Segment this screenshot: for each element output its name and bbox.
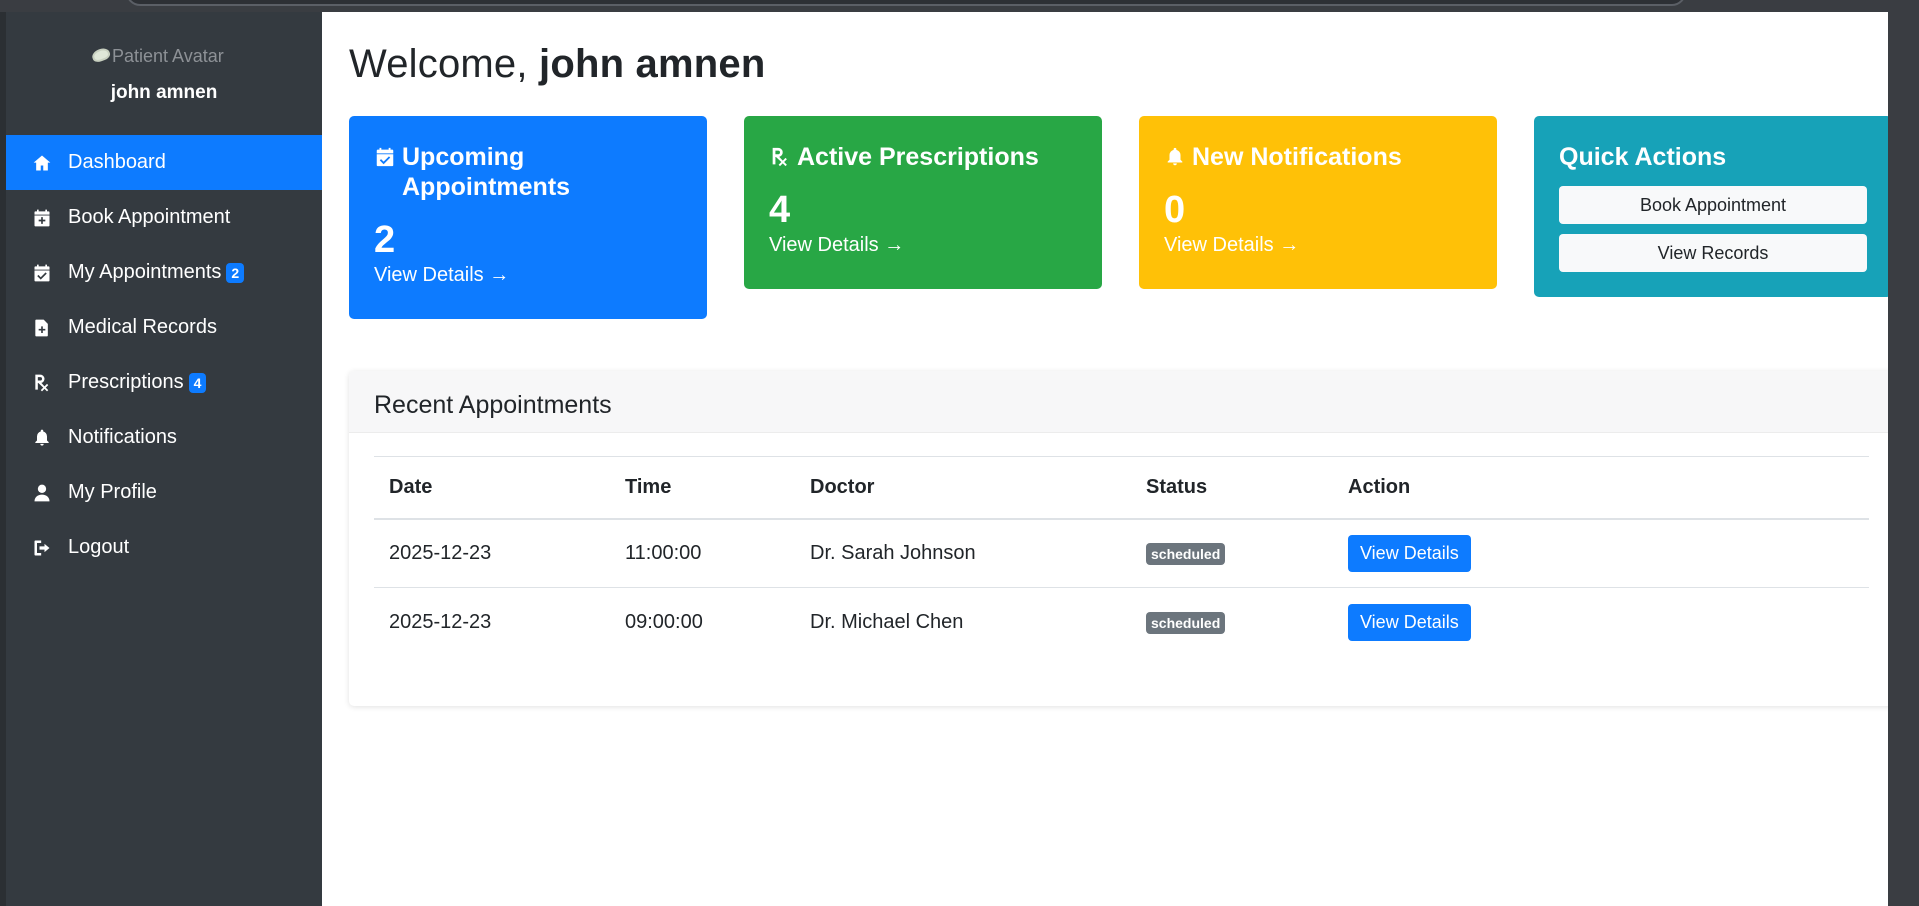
sidebar-item-my-profile[interactable]: My Profile	[6, 465, 322, 520]
appointment-doctor: Dr. Michael Chen	[810, 610, 964, 633]
sidebar-profile: Patient Avatar john amnen	[6, 12, 322, 132]
avatar: Patient Avatar	[92, 46, 242, 68]
sidebar-nav: Dashboard Book Appointment My Appointmen…	[6, 135, 322, 575]
browser-top-bar	[0, 0, 1919, 12]
sidebar-item-label: My Appointments	[68, 261, 222, 283]
sidebar-item-prescriptions[interactable]: Prescriptions 4	[6, 355, 322, 410]
welcome-name: john amnen	[539, 42, 766, 86]
table-row: 2025-12-23 09:00:00 Dr. Michael Chen sch…	[374, 588, 1869, 657]
column-header-date: Date	[374, 456, 610, 520]
appointment-date: 2025-12-23	[374, 518, 610, 588]
prescriptions-view-details-link[interactable]: View Details →	[769, 234, 1077, 257]
sidebar-item-logout[interactable]: Logout	[6, 520, 322, 575]
upcoming-appointments-card: Upcoming Appointments 2 View Details →	[349, 116, 707, 319]
card-title: Quick Actions	[1559, 143, 1727, 171]
prescription-icon	[772, 147, 787, 167]
sidebar-item-label: Logout	[68, 536, 130, 558]
sidebar-item-medical-records[interactable]: Medical Records	[6, 300, 322, 355]
file-medical-icon	[28, 316, 56, 340]
appointment-time: 09:00:00	[625, 610, 703, 633]
active-prescriptions-card: Active Prescriptions 4 View Details →	[744, 116, 1102, 289]
sidebar-item-notifications[interactable]: Notifications	[6, 410, 322, 465]
window-right-edge	[1888, 12, 1919, 906]
quick-actions-card: Quick Actions Book Appointment View Reco…	[1534, 116, 1892, 297]
upcoming-count: 2	[374, 219, 396, 261]
broken-image-icon	[92, 46, 112, 64]
notifications-count: 0	[1164, 189, 1186, 231]
table-row: 2025-12-23 11:00:00 Dr. Sarah Johnson sc…	[374, 518, 1869, 588]
status-badge: scheduled	[1146, 542, 1226, 565]
sidebar-item-dashboard[interactable]: Dashboard	[6, 135, 322, 190]
column-header-time: Time	[610, 456, 795, 520]
avatar-alt-text: Patient Avatar	[112, 46, 224, 66]
sidebar-item-book-appointment[interactable]: Book Appointment	[6, 190, 322, 245]
new-notifications-card: New Notifications 0 View Details →	[1139, 116, 1497, 289]
prescriptions-count-badge: 4	[188, 372, 207, 393]
sidebar-item-my-appointments[interactable]: My Appointments 2	[6, 245, 322, 300]
appointment-date: 2025-12-23	[389, 610, 492, 633]
status-badge: scheduled	[1146, 611, 1226, 634]
bell-icon	[28, 426, 56, 450]
sign-out-icon	[28, 536, 56, 560]
sidebar-item-label: Notifications	[68, 426, 177, 448]
appointment-doctor: Dr. Sarah Johnson	[795, 518, 1131, 588]
card-title: New Notifications	[1192, 143, 1402, 171]
column-header-status: Status	[1131, 456, 1333, 520]
patient-name: john amnen	[110, 82, 218, 103]
sidebar-item-label: My Profile	[68, 481, 157, 503]
sidebar-edge	[0, 12, 6, 906]
quick-book-appointment-button[interactable]: Book Appointment	[1559, 186, 1867, 224]
quick-view-records-button[interactable]: View Records	[1559, 234, 1867, 272]
panel-title: Recent Appointments	[349, 371, 1894, 433]
upcoming-view-details-link[interactable]: View Details →	[374, 264, 682, 287]
page-title: Welcome, john amnen	[349, 42, 765, 87]
calendar-plus-icon	[28, 206, 56, 230]
sidebar-item-label: Medical Records	[68, 316, 217, 338]
calendar-check-icon	[28, 261, 56, 285]
welcome-prefix: Welcome,	[349, 42, 540, 86]
appointments-count-badge: 2	[226, 262, 245, 283]
view-details-button[interactable]: View Details	[1348, 534, 1471, 572]
address-bar[interactable]	[126, 0, 1686, 6]
notifications-view-details-link[interactable]: View Details →	[1164, 234, 1472, 257]
appointment-time: 11:00:00	[610, 518, 795, 588]
view-details-button[interactable]: View Details	[1348, 603, 1471, 641]
home-icon	[28, 151, 56, 175]
column-header-doctor: Doctor	[795, 456, 1131, 520]
table-header-row: Date Time Doctor Status Action	[374, 456, 1869, 520]
appointments-table: Date Time Doctor Status Action 2025-12-2…	[374, 456, 1869, 657]
prescription-icon	[28, 371, 56, 395]
bell-icon	[1167, 147, 1183, 166]
sidebar-item-label: Book Appointment	[68, 206, 231, 228]
calendar-check-icon	[376, 147, 394, 167]
user-icon	[28, 481, 56, 505]
sidebar: Patient Avatar john amnen Dashboard Book…	[0, 12, 322, 906]
main-content: Welcome, john amnen Upcoming Appointment…	[322, 12, 1894, 906]
sidebar-item-label: Dashboard	[68, 151, 166, 173]
column-header-action: Action	[1333, 456, 1869, 520]
prescriptions-count: 4	[769, 189, 791, 231]
card-title: Upcoming Appointments	[402, 143, 571, 201]
recent-appointments-panel: Recent Appointments Date Time Doctor Sta…	[349, 371, 1894, 706]
sidebar-item-label: Prescriptions	[68, 371, 184, 393]
card-title: Active Prescriptions	[797, 143, 1039, 171]
